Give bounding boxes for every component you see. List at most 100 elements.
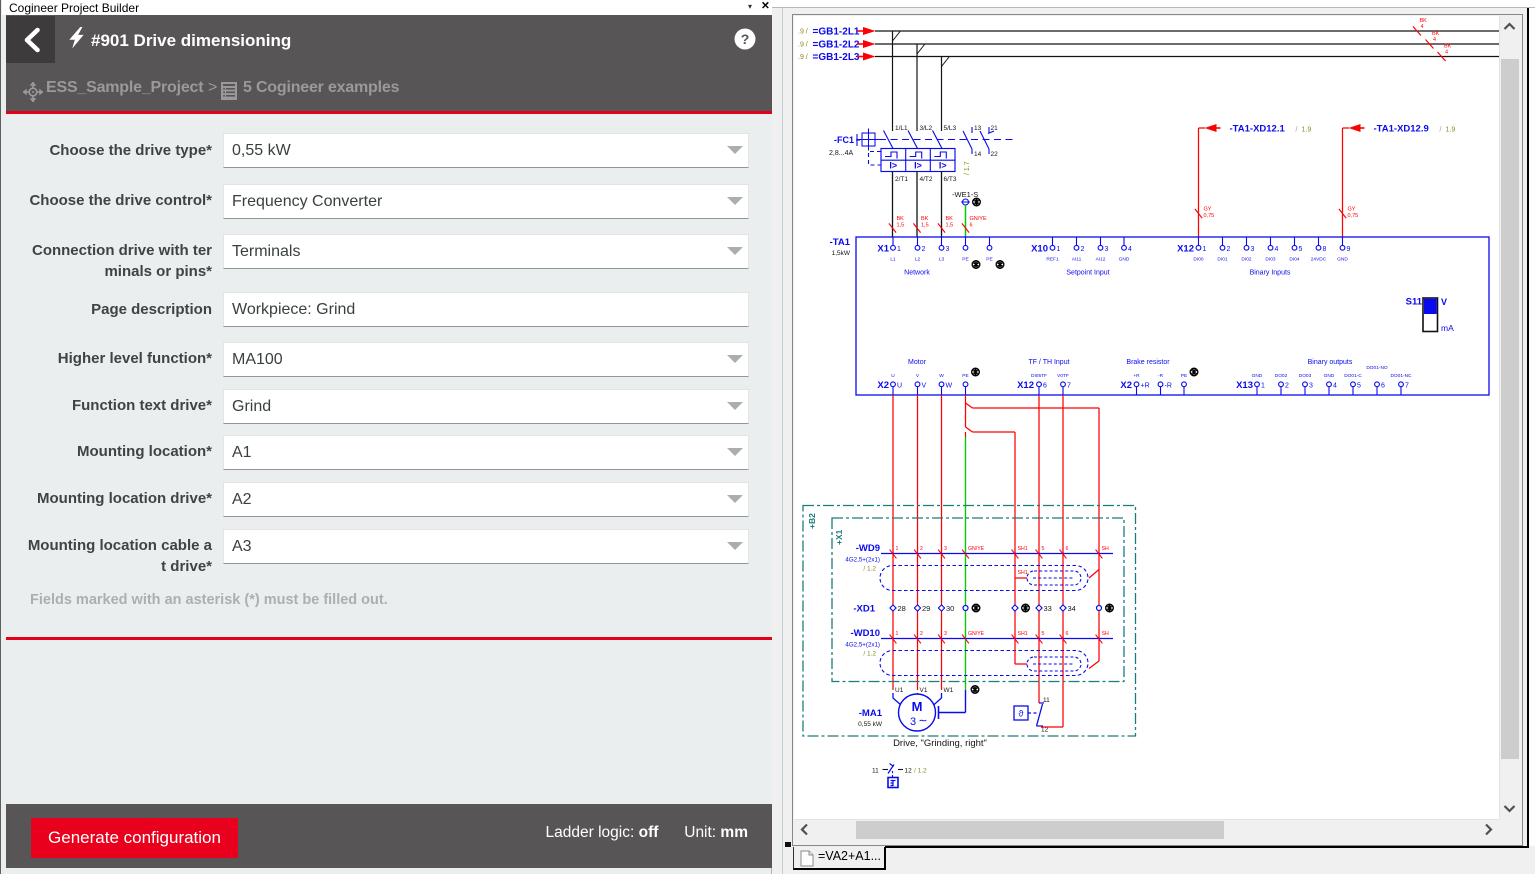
svg-text:SH1: SH1: [1018, 631, 1028, 637]
svg-text:SH1: SH1: [1018, 570, 1028, 576]
svg-text:BK: BK: [897, 216, 905, 222]
svg-text:BK: BK: [921, 216, 929, 222]
svg-text:?: ?: [741, 31, 750, 47]
svg-text:1/L1: 1/L1: [895, 125, 908, 132]
svg-text:V0TF: V0TF: [1057, 373, 1069, 379]
svg-text:1,5: 1,5: [897, 223, 905, 229]
svg-text:DO01-C: DO01-C: [1344, 373, 1362, 379]
svg-text:GND: GND: [1324, 373, 1335, 379]
svg-text:X1: X1: [877, 244, 889, 255]
svg-text:U: U: [891, 373, 895, 379]
svg-text:GND: GND: [1252, 373, 1263, 379]
svg-text:4/T2: 4/T2: [920, 176, 933, 183]
svg-text:21: 21: [991, 125, 999, 132]
svg-text:4: 4: [1433, 37, 1436, 43]
svg-text:GND: GND: [1337, 257, 1348, 263]
svg-text:0,55 kW: 0,55 kW: [858, 721, 883, 728]
svg-text:DI04: DI04: [1289, 257, 1299, 263]
svg-text:DI00: DI00: [1193, 257, 1203, 263]
svg-text:REF1: REF1: [1046, 257, 1059, 263]
svg-text:6: 6: [970, 223, 973, 229]
svg-text:X12: X12: [1177, 244, 1194, 255]
svg-text:/ 1.2: / 1.2: [863, 566, 876, 573]
svg-text:GN/YE: GN/YE: [968, 631, 985, 637]
svg-text:-WD9: -WD9: [856, 543, 880, 554]
svg-text:4: 4: [1275, 246, 1279, 253]
svg-text:5: 5: [1042, 546, 1045, 552]
svg-text:7: 7: [1405, 383, 1409, 390]
svg-text:5: 5: [1299, 246, 1303, 253]
svg-text:I>: I>: [914, 161, 922, 171]
svg-text:=GB1-2L2: =GB1-2L2: [813, 40, 860, 51]
svg-text:1: 1: [896, 631, 899, 637]
svg-text:DO01-NC: DO01-NC: [1390, 373, 1412, 379]
svg-text:X13: X13: [1236, 380, 1253, 391]
svg-text:/ 1.7: / 1.7: [964, 161, 971, 175]
svg-text:4: 4: [1128, 246, 1132, 253]
svg-text:1: 1: [896, 546, 899, 552]
svg-text:11: 11: [872, 768, 879, 775]
svg-text:=GB1-2L3: =GB1-2L3: [813, 52, 860, 63]
svg-text:3: 3: [910, 716, 916, 728]
svg-text:ϑ: ϑ: [1019, 709, 1024, 719]
svg-text:2: 2: [1227, 246, 1231, 253]
svg-text:DI03: DI03: [1265, 257, 1275, 263]
svg-text:1.9: 1.9: [1302, 127, 1312, 134]
svg-text:L3: L3: [939, 257, 945, 263]
svg-text:3: 3: [1251, 246, 1255, 253]
svg-text:Binary Inputs: Binary Inputs: [1250, 270, 1291, 277]
svg-text:-TA1: -TA1: [830, 237, 851, 248]
svg-text:5: 5: [1042, 631, 1045, 637]
svg-text:+B2: +B2: [807, 513, 817, 529]
svg-text:GN/YE: GN/YE: [970, 216, 987, 222]
svg-text:DO02: DO02: [1275, 373, 1288, 379]
svg-text:3: 3: [944, 546, 947, 552]
svg-text:1: 1: [1203, 246, 1207, 253]
svg-text:3: 3: [1309, 383, 1313, 390]
svg-text:Drive, "Grinding, right": Drive, "Grinding, right": [893, 738, 987, 749]
svg-text:6: 6: [1066, 546, 1069, 552]
svg-text:-WE1-S: -WE1-S: [952, 190, 978, 199]
svg-text:4: 4: [1333, 383, 1337, 390]
svg-text:2: 2: [920, 631, 923, 637]
svg-text:W: W: [946, 383, 953, 390]
svg-text:5: 5: [1357, 383, 1361, 390]
svg-text:.9 /: .9 /: [798, 42, 808, 49]
svg-text:GND: GND: [1119, 257, 1130, 263]
svg-text:PE: PE: [962, 373, 968, 379]
svg-text:X10: X10: [1031, 244, 1048, 255]
svg-text:2: 2: [920, 546, 923, 552]
svg-text:28: 28: [898, 604, 906, 613]
svg-text:DI02: DI02: [1241, 257, 1251, 263]
svg-text:+R: +R: [1133, 373, 1140, 379]
svg-text:U: U: [897, 383, 902, 390]
svg-text:Binary outputs: Binary outputs: [1308, 359, 1353, 366]
svg-text:0,75: 0,75: [1204, 213, 1215, 219]
svg-text:PE: PE: [986, 257, 992, 263]
svg-text:24VDC: 24VDC: [1311, 257, 1327, 263]
svg-text:SH1: SH1: [1018, 546, 1028, 552]
svg-text:TF / TH Input: TF / TH Input: [1028, 359, 1069, 366]
svg-text:0,75: 0,75: [1348, 213, 1359, 219]
svg-text:X2: X2: [877, 380, 889, 391]
svg-text:-R: -R: [1158, 373, 1164, 379]
svg-text:+X1: +X1: [834, 529, 844, 545]
svg-text:DI05TF: DI05TF: [1031, 373, 1047, 379]
svg-text:6/T3: 6/T3: [944, 176, 957, 183]
svg-text:2/T1: 2/T1: [895, 176, 908, 183]
svg-text:.9 /: .9 /: [798, 54, 808, 61]
svg-text:V1: V1: [920, 687, 928, 694]
svg-text:SH: SH: [1102, 546, 1109, 552]
svg-text:4G2,5+(2x1): 4G2,5+(2x1): [845, 642, 880, 649]
svg-text:1: 1: [1261, 383, 1265, 390]
svg-text:6: 6: [1066, 631, 1069, 637]
svg-text:DO01-NO: DO01-NO: [1366, 365, 1388, 371]
svg-text:GY: GY: [1204, 207, 1212, 213]
svg-text:S11: S11: [1406, 297, 1423, 308]
svg-text:2: 2: [1081, 246, 1085, 253]
svg-text:W1: W1: [944, 687, 954, 694]
svg-text:PE: PE: [1181, 373, 1187, 379]
svg-text:GN/YE: GN/YE: [968, 546, 985, 552]
svg-text:V: V: [922, 383, 927, 390]
svg-text:+R: +R: [1141, 383, 1150, 390]
